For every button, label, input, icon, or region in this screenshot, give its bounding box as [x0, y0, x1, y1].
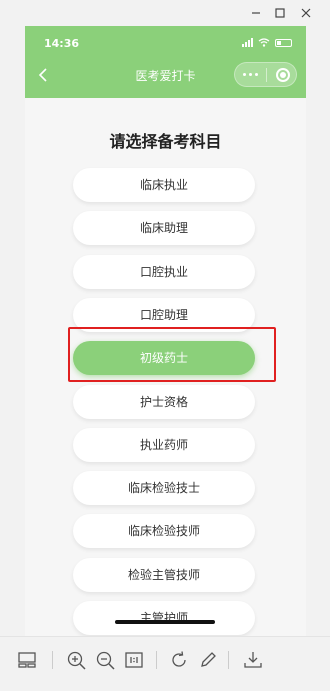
zoom-out-icon[interactable]: [94, 649, 116, 671]
selection-highlight-box: [68, 327, 276, 382]
more-icon[interactable]: [243, 73, 258, 76]
nav-header: 14:36 医考爱打卡: [25, 26, 306, 98]
subject-button[interactable]: 主管护师: [73, 601, 255, 635]
mini-program-capsule: [234, 62, 297, 87]
download-icon[interactable]: [242, 649, 264, 671]
edit-icon[interactable]: [197, 649, 219, 671]
status-time: 14:36: [44, 37, 80, 50]
close-mini-program-icon[interactable]: [276, 68, 290, 82]
subject-button[interactable]: 临床检验技师: [73, 514, 255, 548]
zoom-in-icon[interactable]: [65, 649, 87, 671]
subject-button[interactable]: 护士资格: [73, 385, 255, 419]
toolbar-divider: [156, 651, 157, 669]
window-title-bar: [0, 0, 330, 26]
bottom-toolbar: [0, 636, 330, 691]
close-window-icon[interactable]: [297, 4, 315, 22]
toolbar-divider: [228, 651, 229, 669]
status-icons: [242, 38, 292, 47]
wifi-icon: [258, 38, 270, 47]
home-indicator: [115, 620, 215, 624]
signal-icon: [242, 38, 253, 47]
subject-button[interactable]: 临床助理: [73, 211, 255, 245]
actual-size-icon[interactable]: [123, 649, 145, 671]
subject-button[interactable]: 口腔执业: [73, 255, 255, 289]
page-title: 请选择备考科目: [109, 132, 222, 151]
maximize-icon[interactable]: [271, 4, 289, 22]
layout-icon[interactable]: [16, 649, 38, 671]
subject-button[interactable]: 检验主管技师: [73, 558, 255, 592]
minimize-icon[interactable]: [247, 4, 265, 22]
subject-button[interactable]: 执业药师: [73, 428, 255, 462]
battery-icon: [275, 38, 292, 47]
subject-button[interactable]: 临床执业: [73, 168, 255, 202]
capsule-divider: [266, 68, 267, 82]
toolbar-divider: [52, 651, 53, 669]
rotate-icon[interactable]: [168, 649, 190, 671]
subject-button[interactable]: 临床检验技士: [73, 471, 255, 505]
